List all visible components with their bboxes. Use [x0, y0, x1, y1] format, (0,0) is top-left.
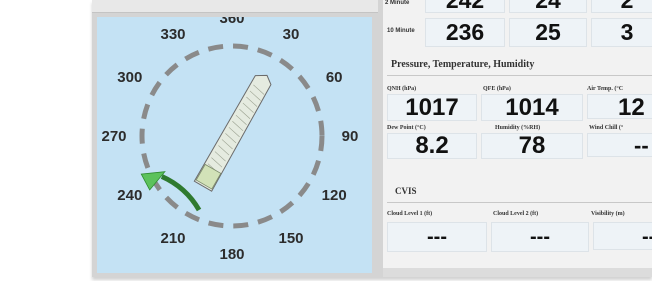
wind-dir-10min-value: 236: [425, 18, 505, 47]
wind-chill-value: --: [587, 133, 652, 157]
wind-gust-2min-value: 2: [591, 0, 652, 13]
status-strip: [383, 268, 652, 277]
visibility-value: --: [593, 222, 652, 250]
qnh-value: 1017: [387, 94, 477, 121]
dew-point-label: Dew Point (°C): [387, 125, 426, 131]
compass-bearing-label: 30: [283, 26, 300, 43]
compass-bearing-label: 180: [219, 246, 244, 263]
wind-variation-arc: [160, 174, 202, 212]
qnh-label: QNH (hPa): [387, 86, 417, 92]
wind-speed-2min-value: 24: [509, 0, 587, 13]
wind-row-label: 2 Minute: [385, 0, 410, 6]
wind-gust-10min-value: 3: [591, 18, 652, 47]
data-panel: 2 Minute 242 24 2 10 Minute 236 25 3 Pre…: [383, 0, 652, 270]
compass-bearing-label: 240: [117, 187, 142, 204]
compass-panel: 360 30 60 90 120 150 180 210 240 270 300 330: [97, 17, 372, 273]
wind-dir-2min-value: 242: [425, 0, 505, 13]
pth-section-title: Pressure, Temperature, Humidity: [391, 59, 535, 70]
wind-compass: 360 30 60 90 120 150 180 210 240 270 300 330: [101, 17, 359, 263]
compass-bearing-label: 120: [322, 187, 347, 204]
wind-direction-arrow: [140, 171, 166, 191]
section-divider: [387, 202, 652, 203]
left-header-strip: [92, 0, 378, 13]
compass-bearing-label: 300: [117, 69, 142, 86]
compass-bearing-label: 330: [160, 26, 185, 43]
air-temp-label: Air Temp. (°C: [587, 86, 624, 92]
humidity-value: 78: [481, 133, 583, 159]
compass-bearing-label: 360: [219, 17, 244, 27]
visibility-label: Visibility (m): [591, 211, 625, 217]
cloud-level-2-label: Cloud Level 2 (ft): [493, 211, 539, 217]
section-divider: [387, 75, 652, 76]
compass-bearing-label: 150: [278, 230, 303, 247]
cloud-level-1-label: Cloud Level 1 (ft): [387, 211, 433, 217]
qfe-label: QFE (hPa): [483, 86, 511, 92]
wind-speed-10min-value: 25: [509, 18, 587, 47]
wind-chill-label: Wind Chill (°: [589, 125, 624, 131]
compass-bearing-label: 90: [342, 128, 359, 145]
humidity-label: Humidity (%RH): [495, 125, 541, 131]
air-temp-value: 12: [587, 94, 652, 119]
compass-bearing-label: 60: [326, 69, 343, 86]
cloud-level-1-value: ---: [387, 222, 487, 252]
compass-bearing-label: 270: [101, 128, 126, 145]
dew-point-value: 8.2: [387, 133, 477, 159]
wind-row-label: 10 Minute: [387, 28, 415, 34]
cvis-section-title: CVIS: [395, 186, 417, 196]
cloud-level-2-value: ---: [491, 222, 589, 252]
vessel-outline: [193, 74, 272, 192]
qfe-value: 1014: [481, 94, 583, 121]
compass-bearing-label: 210: [160, 230, 185, 247]
